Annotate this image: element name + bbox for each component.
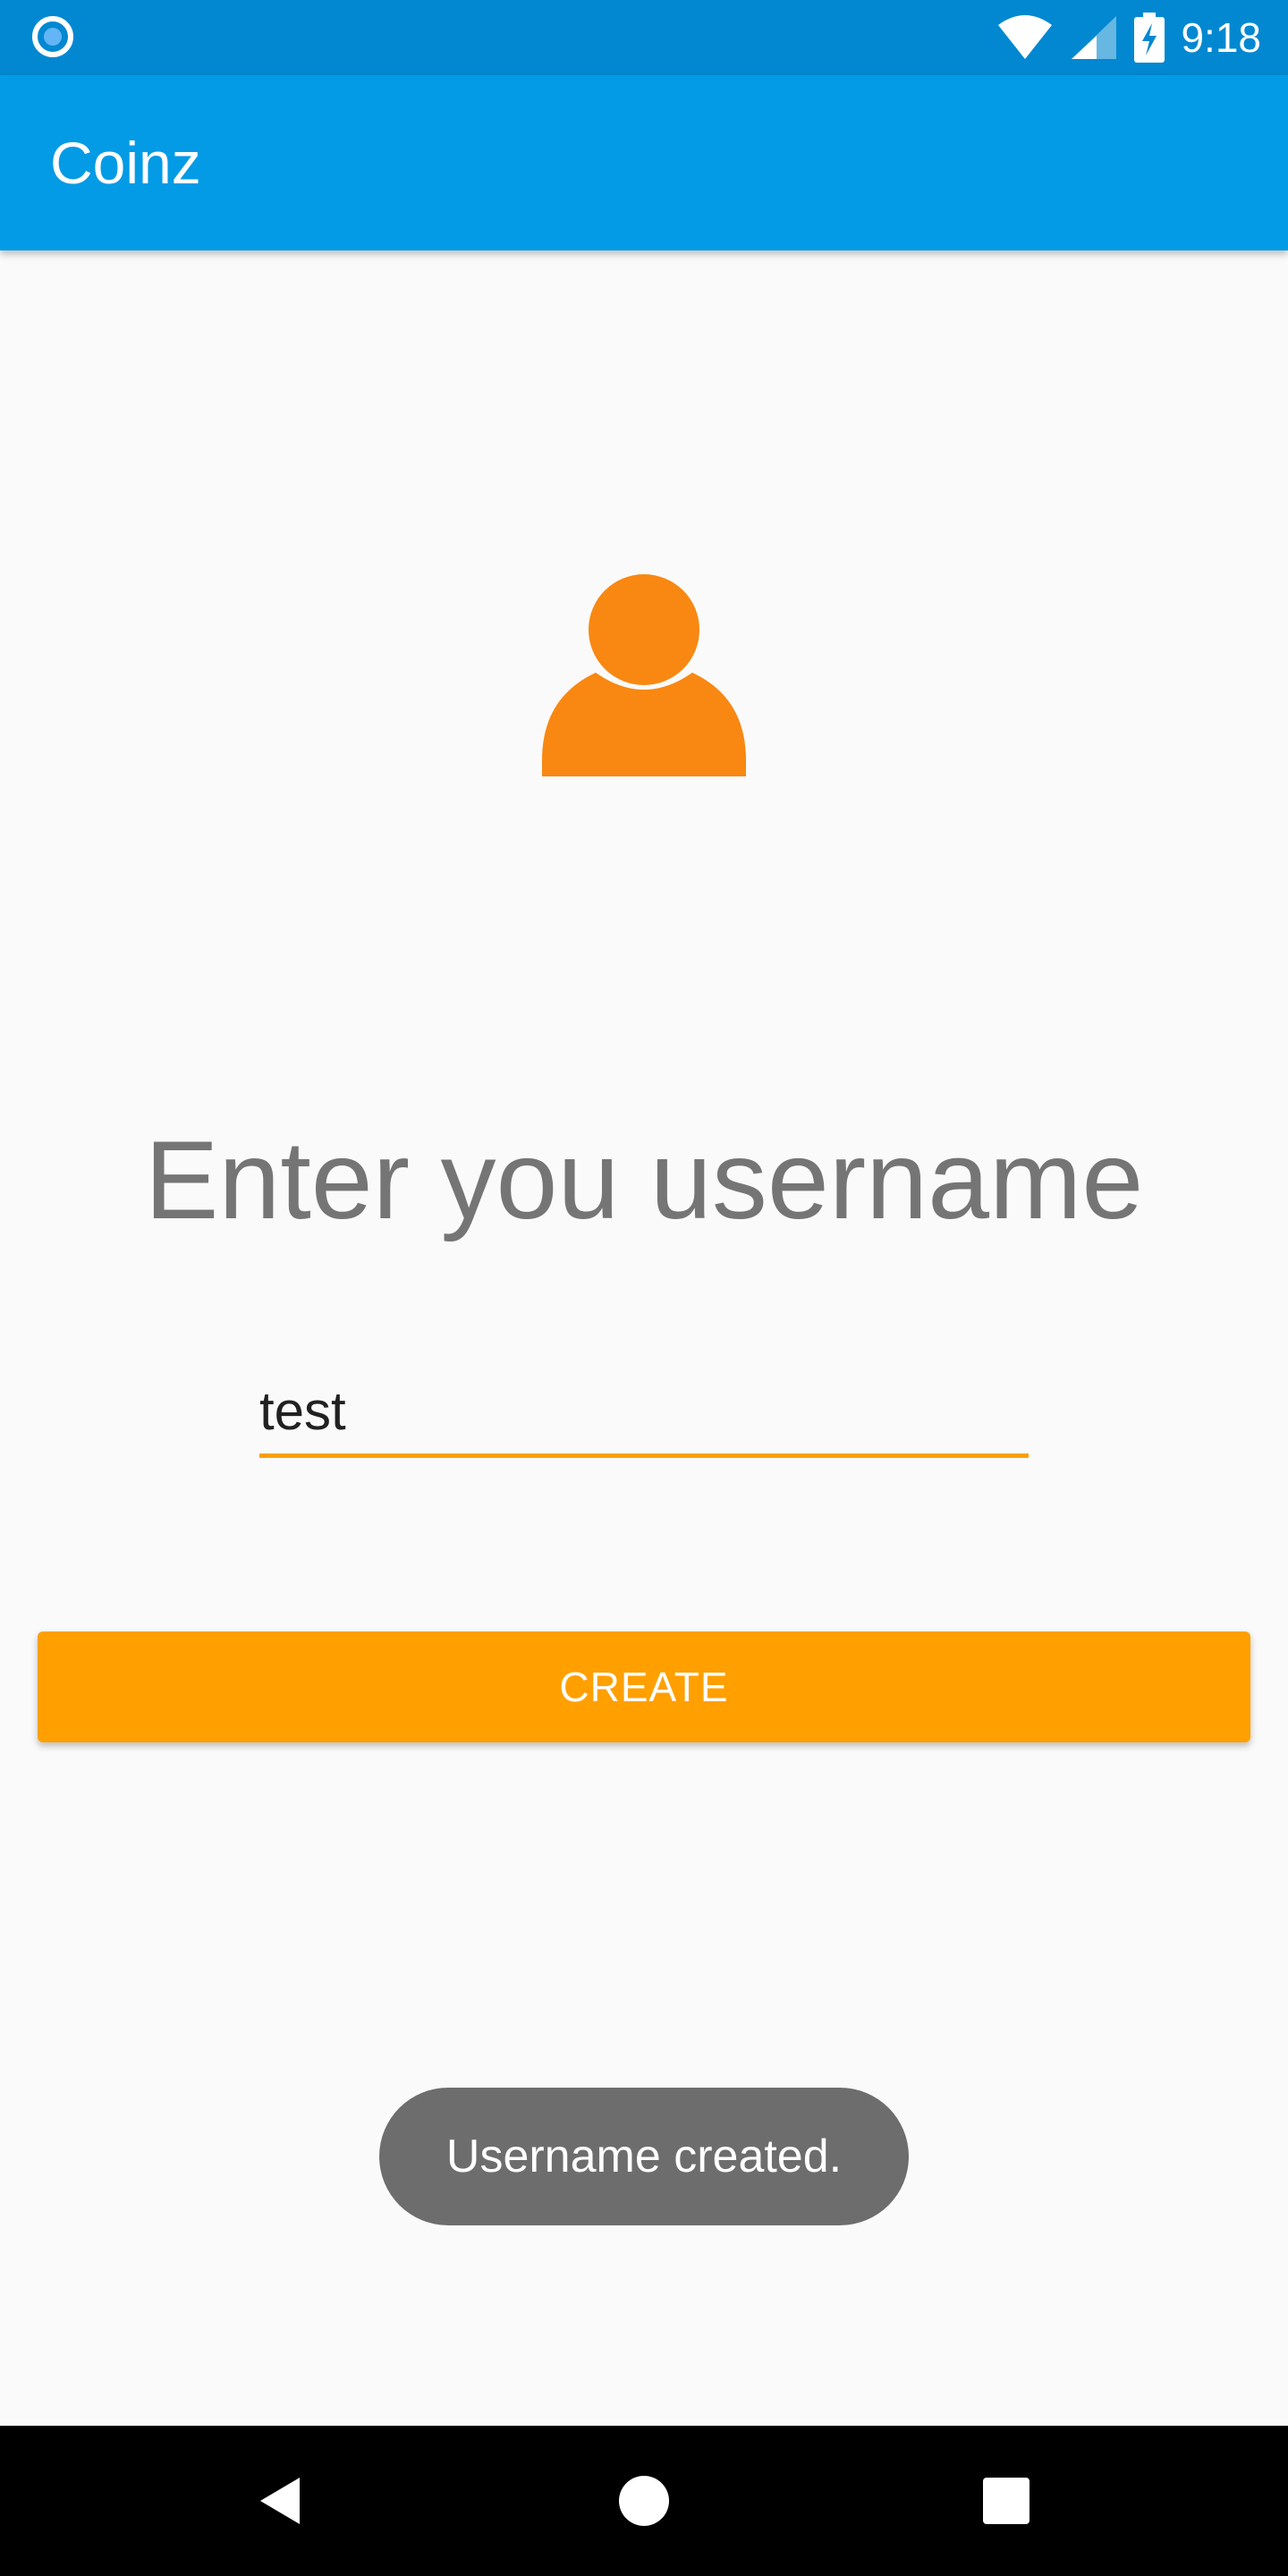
- notification-icon: [32, 16, 73, 57]
- status-icons: 9:18: [996, 0, 1261, 75]
- create-button[interactable]: CREATE: [38, 1631, 1250, 1742]
- navigation-bar: [0, 2426, 1288, 2576]
- toast-message: Username created.: [379, 2088, 909, 2225]
- recents-button[interactable]: [917, 2426, 1096, 2576]
- wifi-icon: [998, 15, 1053, 59]
- back-button[interactable]: [192, 2426, 371, 2576]
- status-time: 9:18: [1181, 14, 1261, 61]
- app-title: Coinz: [50, 130, 201, 196]
- battery-icon: [1134, 13, 1165, 63]
- signal-icon: [1072, 16, 1117, 59]
- back-icon: [260, 2478, 300, 2524]
- app-bar: Coinz: [0, 75, 1288, 250]
- page-heading: Enter you username: [144, 1119, 1144, 1242]
- recents-icon: [983, 2478, 1030, 2524]
- person-icon: [542, 574, 746, 776]
- username-input[interactable]: [259, 1368, 1029, 1458]
- status-bar: 9:18: [0, 0, 1288, 75]
- home-button[interactable]: [555, 2426, 733, 2576]
- home-icon: [619, 2476, 669, 2526]
